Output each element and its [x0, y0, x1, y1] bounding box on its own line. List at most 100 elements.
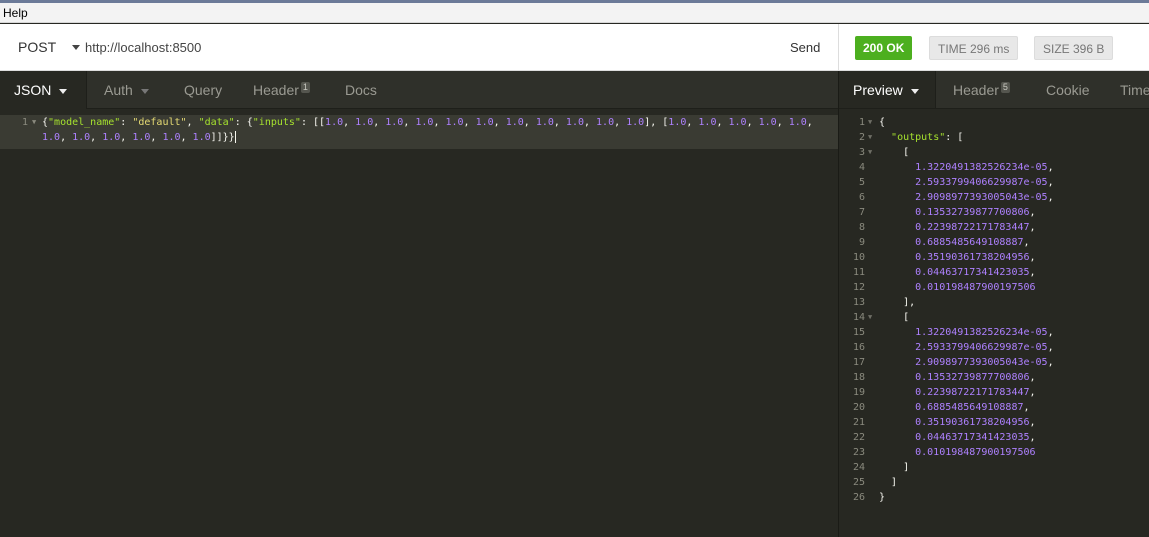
response-line: 1 ▼ {	[839, 115, 1149, 130]
response-code: 2.9098977393005043e-05,	[915, 357, 1054, 368]
response-code: 0.35190361738204956,	[915, 417, 1036, 428]
tab-auth[interactable]: Auth	[90, 71, 163, 109]
response-code: ]	[879, 477, 898, 488]
line-number: 3	[858, 147, 865, 158]
fold-arrow-icon[interactable]: ▼	[868, 130, 872, 145]
response-line: 2 ▼ "outputs": [	[839, 130, 1149, 145]
time-badge: TIME 296 ms	[929, 36, 1019, 60]
tab-preview-label: Preview	[853, 82, 903, 98]
response-code: ]	[879, 462, 910, 473]
fold-arrow-icon[interactable]: ▼	[868, 145, 872, 160]
tab-cookie[interactable]: Cookie	[1032, 71, 1104, 108]
response-line: 8 0.22398722171783447,	[839, 220, 1149, 235]
response-line: 15 1.3220491382526234e-05,	[839, 325, 1149, 340]
response-code: 1.3220491382526234e-05,	[915, 327, 1054, 338]
line-number: 5	[858, 177, 865, 188]
response-line: 21 0.35190361738204956,	[839, 415, 1149, 430]
response-code: [	[879, 147, 910, 158]
line-number: 4	[858, 162, 865, 173]
header-count-badge: 1	[300, 82, 310, 93]
response-line: 25 ]	[839, 475, 1149, 490]
response-line: 14 ▼ [	[839, 310, 1149, 325]
response-line: 3 ▼ [	[839, 145, 1149, 160]
response-line: 19 0.22398722171783447,	[839, 385, 1149, 400]
tab-timeline-label: Timeline	[1120, 82, 1149, 98]
response-line: 9 0.6885485649108887,	[839, 235, 1149, 250]
line-number: 13	[852, 297, 865, 308]
response-line: 18 0.13532739877700806,	[839, 370, 1149, 385]
response-line: 23 0.010198487900197506	[839, 445, 1149, 460]
menu-bar: Help	[0, 3, 1149, 23]
line-number: 10	[852, 252, 865, 263]
response-code: 0.04463717341423035,	[915, 267, 1036, 278]
url-input[interactable]: http://localhost:8500	[85, 40, 201, 55]
line-number: 16	[852, 342, 865, 353]
line-number: 1	[858, 117, 865, 128]
method-label: POST	[18, 39, 57, 55]
fold-arrow-icon[interactable]: ▼	[32, 115, 36, 130]
line-number: 18	[852, 372, 865, 383]
line-number: 21	[852, 417, 865, 428]
line-number: 19	[852, 387, 865, 398]
response-line: 6 2.9098977393005043e-05,	[839, 190, 1149, 205]
fold-arrow-icon[interactable]: ▼	[868, 115, 872, 130]
line-number: 15	[852, 327, 865, 338]
response-code: {	[879, 117, 886, 128]
line-number: 26	[852, 492, 865, 503]
tab-docs-label: Docs	[345, 82, 377, 98]
send-button[interactable]: Send	[790, 40, 820, 55]
response-code: 2.9098977393005043e-05,	[915, 192, 1054, 203]
request-body-editor[interactable]: 1 ▼ {"model_name": "default", "data": {"…	[0, 110, 838, 537]
response-code: 2.5933799406629987e-05,	[915, 342, 1054, 353]
response-status-bar: 200 OK TIME 296 ms SIZE 396 B	[838, 24, 1149, 71]
line-number: 7	[858, 207, 865, 218]
response-line: 20 0.6885485649108887,	[839, 400, 1149, 415]
tab-json[interactable]: JSON	[0, 71, 87, 109]
menu-help[interactable]: Help	[3, 6, 28, 20]
response-line: 12 0.010198487900197506	[839, 280, 1149, 295]
tab-header[interactable]: Header 1	[239, 71, 324, 109]
response-code: ],	[879, 297, 916, 308]
text-cursor	[234, 131, 236, 143]
tab-response-header-label: Header	[953, 82, 999, 98]
response-line: 26}	[839, 490, 1149, 505]
tab-json-label: JSON	[14, 82, 52, 98]
chevron-down-icon	[59, 88, 68, 94]
chevron-down-icon	[72, 44, 81, 50]
status-badge: 200 OK	[855, 36, 913, 60]
line-number: 17	[852, 357, 865, 368]
response-code: 0.010198487900197506	[915, 282, 1036, 293]
response-line: 16 2.5933799406629987e-05,	[839, 340, 1149, 355]
line-number: 6	[858, 192, 865, 203]
line-number: 14	[852, 312, 865, 323]
line-number: 12	[852, 282, 865, 293]
response-line: 22 0.04463717341423035,	[839, 430, 1149, 445]
tab-timeline[interactable]: Timeline	[1106, 71, 1149, 108]
response-line: 7 0.13532739877700806,	[839, 205, 1149, 220]
response-code: 0.6885485649108887,	[915, 237, 1030, 248]
tab-query[interactable]: Query	[170, 71, 236, 109]
line-number: 25	[852, 477, 865, 488]
tab-preview[interactable]: Preview	[839, 71, 936, 108]
response-code: }	[879, 492, 886, 503]
tab-header-label: Header	[253, 82, 299, 98]
response-line: 4 1.3220491382526234e-05,	[839, 160, 1149, 175]
response-code: "outputs": [	[891, 132, 964, 143]
tab-docs[interactable]: Docs	[331, 71, 391, 109]
response-code: 0.010198487900197506	[915, 447, 1036, 458]
size-badge: SIZE 396 B	[1034, 36, 1114, 60]
response-code: 0.13532739877700806,	[915, 372, 1036, 383]
fold-arrow-icon[interactable]: ▼	[868, 310, 872, 325]
response-header-count-badge: 5	[1000, 82, 1010, 93]
response-code: 0.13532739877700806,	[915, 207, 1036, 218]
tab-query-label: Query	[184, 82, 223, 98]
line-number: 11	[852, 267, 865, 278]
url-bar: POST http://localhost:8500 Send	[0, 24, 838, 71]
tab-response-header[interactable]: Header 5	[939, 71, 1024, 108]
method-dropdown[interactable]: POST	[18, 39, 81, 55]
tab-auth-label: Auth	[104, 82, 133, 98]
request-tabs: JSON Auth Query Header 1 Docs	[0, 71, 838, 109]
request-body-code[interactable]: {"model_name": "default", "data": {"inpu…	[42, 115, 832, 145]
response-code: 1.3220491382526234e-05,	[915, 162, 1054, 173]
response-preview: 1 ▼{2 ▼ "outputs": [3 ▼ [4 1.32204913825262…	[839, 110, 1149, 537]
